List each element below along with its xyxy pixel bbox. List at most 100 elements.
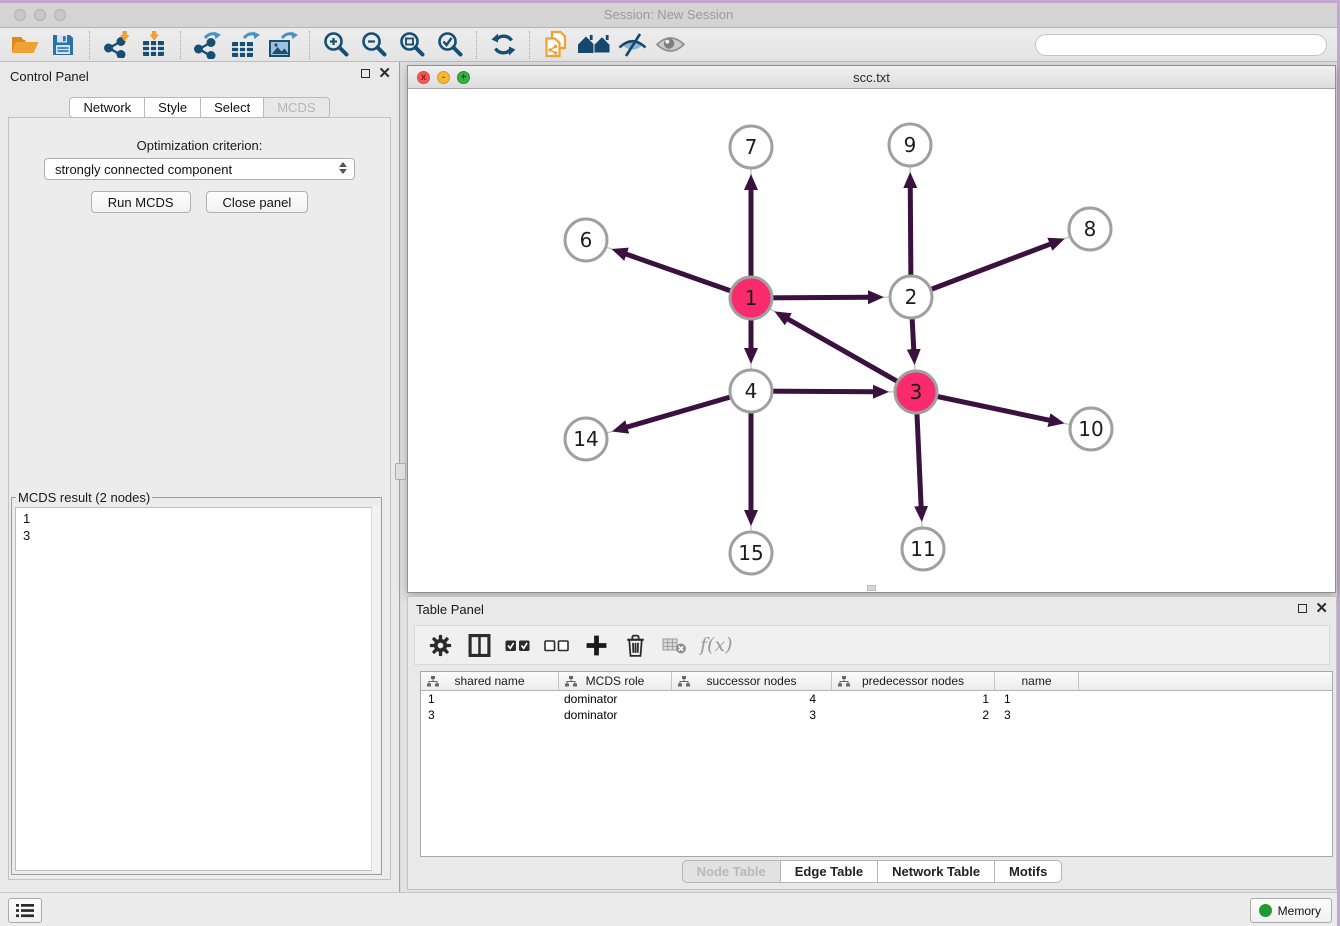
graph-node-label-4: 4 [745,379,758,403]
network-canvas[interactable]: 7968124314101511 [408,89,1335,592]
mcds-panel: Optimization criterion: strongly connect… [8,117,391,880]
criterion-value: strongly connected component [55,162,232,177]
criterion-select[interactable]: strongly connected component [44,158,355,180]
close-panel-icon[interactable]: ✕ [378,68,391,79]
table-cell[interactable]: 3 [672,707,832,723]
tab-select[interactable]: Select [201,97,264,118]
graph-node-label-8: 8 [1084,217,1097,241]
mcds-result-group: MCDS result (2 nodes) 1 3 [11,490,382,875]
zoom-out-icon[interactable] [355,30,393,60]
network-window-titlebar[interactable]: x - + scc.txt [408,66,1335,89]
tab-mcds[interactable]: MCDS [264,97,329,118]
column-header-label: name [1021,674,1051,688]
refresh-icon[interactable] [484,30,522,60]
export-image-icon[interactable] [264,30,302,60]
table-cell[interactable]: dominator [559,707,672,723]
zoom-in-icon[interactable] [317,30,355,60]
column-header-label: successor nodes [706,674,796,688]
table-panel: Table Panel ✕ [407,596,1337,890]
show-all-eye-icon[interactable] [651,30,689,60]
hide-selected-eye-slash-icon[interactable] [613,30,651,60]
select-arrows-icon [339,162,347,174]
task-history-button[interactable] [8,898,42,923]
import-network-icon[interactable] [97,30,135,60]
zoom-fit-icon[interactable] [393,30,431,60]
node-table: shared name MCDS role successor nodes prede… [420,671,1333,857]
search-input[interactable] [1035,34,1327,56]
function-builder-icon: f(x) [700,634,733,656]
float-panel-icon[interactable] [361,69,370,78]
optimization-criterion-label: Optimization criterion: [9,138,390,153]
table-row[interactable]: 3dominator323 [421,707,1332,723]
mcds-result-text[interactable]: 1 3 [15,507,378,871]
table-cell[interactable]: 4 [672,691,832,707]
unselect-all-columns-icon[interactable] [542,630,572,660]
tab-network[interactable]: Network [69,97,145,118]
desktop-area: x - + scc.txt 7968124314101511 Table Pan… [401,62,1337,892]
table-panel-title: Table Panel [416,602,484,617]
close-table-panel-icon[interactable]: ✕ [1315,603,1328,614]
tab-node-table[interactable]: Node Table [682,860,781,883]
table-cell[interactable]: 1 [421,691,559,707]
column-header-successor-nodes[interactable]: successor nodes [672,672,832,691]
tab-style[interactable]: Style [145,97,201,118]
tab-edge-table[interactable]: Edge Table [781,860,878,883]
table-settings-gear-icon[interactable] [425,630,455,660]
status-bar: Memory [0,892,1337,926]
table-row[interactable]: 1dominator411 [421,691,1332,707]
toolbar-divider [180,31,181,59]
select-all-columns-icon[interactable] [503,630,533,660]
import-table-icon[interactable] [135,30,173,60]
create-column-plus-icon[interactable] [581,630,611,660]
app-titlebar: Session: New Session [0,3,1337,28]
table-cell[interactable]: 1 [832,691,995,707]
node-table-body: 1dominator4113dominator323 [421,691,1332,723]
toolbar-divider [476,31,477,59]
column-header-predecessor-nodes[interactable]: predecessor nodes [832,672,995,691]
hierarchy-icon [565,676,577,690]
control-panel-header: Control Panel ✕ [0,62,399,90]
open-session-icon[interactable] [6,30,44,60]
graph-node-label-7: 7 [745,135,758,159]
table-toolbar: f(x) [414,625,1330,665]
hierarchy-icon [427,676,439,690]
table-cell[interactable]: 2 [832,707,995,723]
tab-motifs[interactable]: Motifs [995,860,1062,883]
column-header-shared-name[interactable]: shared name [421,672,559,691]
graph-node-label-2: 2 [905,285,918,309]
main-toolbar [0,28,1337,62]
table-cell[interactable]: 3 [421,707,559,723]
table-cell[interactable]: dominator [559,691,672,707]
delete-column-trash-icon[interactable] [620,630,650,660]
result-scrollbar[interactable] [371,506,380,873]
copy-network-icon[interactable] [537,30,575,60]
column-header-MCDS-role[interactable]: MCDS role [559,672,672,691]
export-table-icon[interactable] [226,30,264,60]
run-mcds-button[interactable]: Run MCDS [91,191,191,213]
zoom-selected-icon[interactable] [431,30,469,60]
show-columns-icon[interactable] [464,630,494,660]
network-window-title: scc.txt [408,70,1335,85]
column-header-name[interactable]: name [995,672,1079,691]
app-window: Session: New Session [0,3,1337,926]
window-resize-handle[interactable] [867,585,876,591]
memory-button[interactable]: Memory [1250,898,1332,923]
export-network-icon[interactable] [188,30,226,60]
table-cell[interactable]: 3 [995,707,1079,723]
panel-splitter-handle[interactable] [395,463,406,480]
node-table-header: shared name MCDS role successor nodes prede… [421,672,1332,691]
control-panel-tabs: Network Style Select MCDS [0,97,399,118]
first-neighbors-icon[interactable] [575,30,613,60]
graph-edge-2-8[interactable] [911,244,1052,297]
close-panel-button[interactable]: Close panel [206,191,309,213]
float-table-panel-icon[interactable] [1298,604,1307,613]
save-session-icon[interactable] [44,30,82,60]
column-header-label: shared name [454,674,524,688]
window-title: Session: New Session [0,7,1337,22]
column-header-filler [1079,672,1332,691]
mcds-result-title: MCDS result (2 nodes) [16,490,152,505]
tab-network-table[interactable]: Network Table [878,860,995,883]
network-window: x - + scc.txt 7968124314101511 [407,65,1336,593]
table-cell[interactable]: 1 [995,691,1079,707]
memory-label: Memory [1278,904,1321,918]
